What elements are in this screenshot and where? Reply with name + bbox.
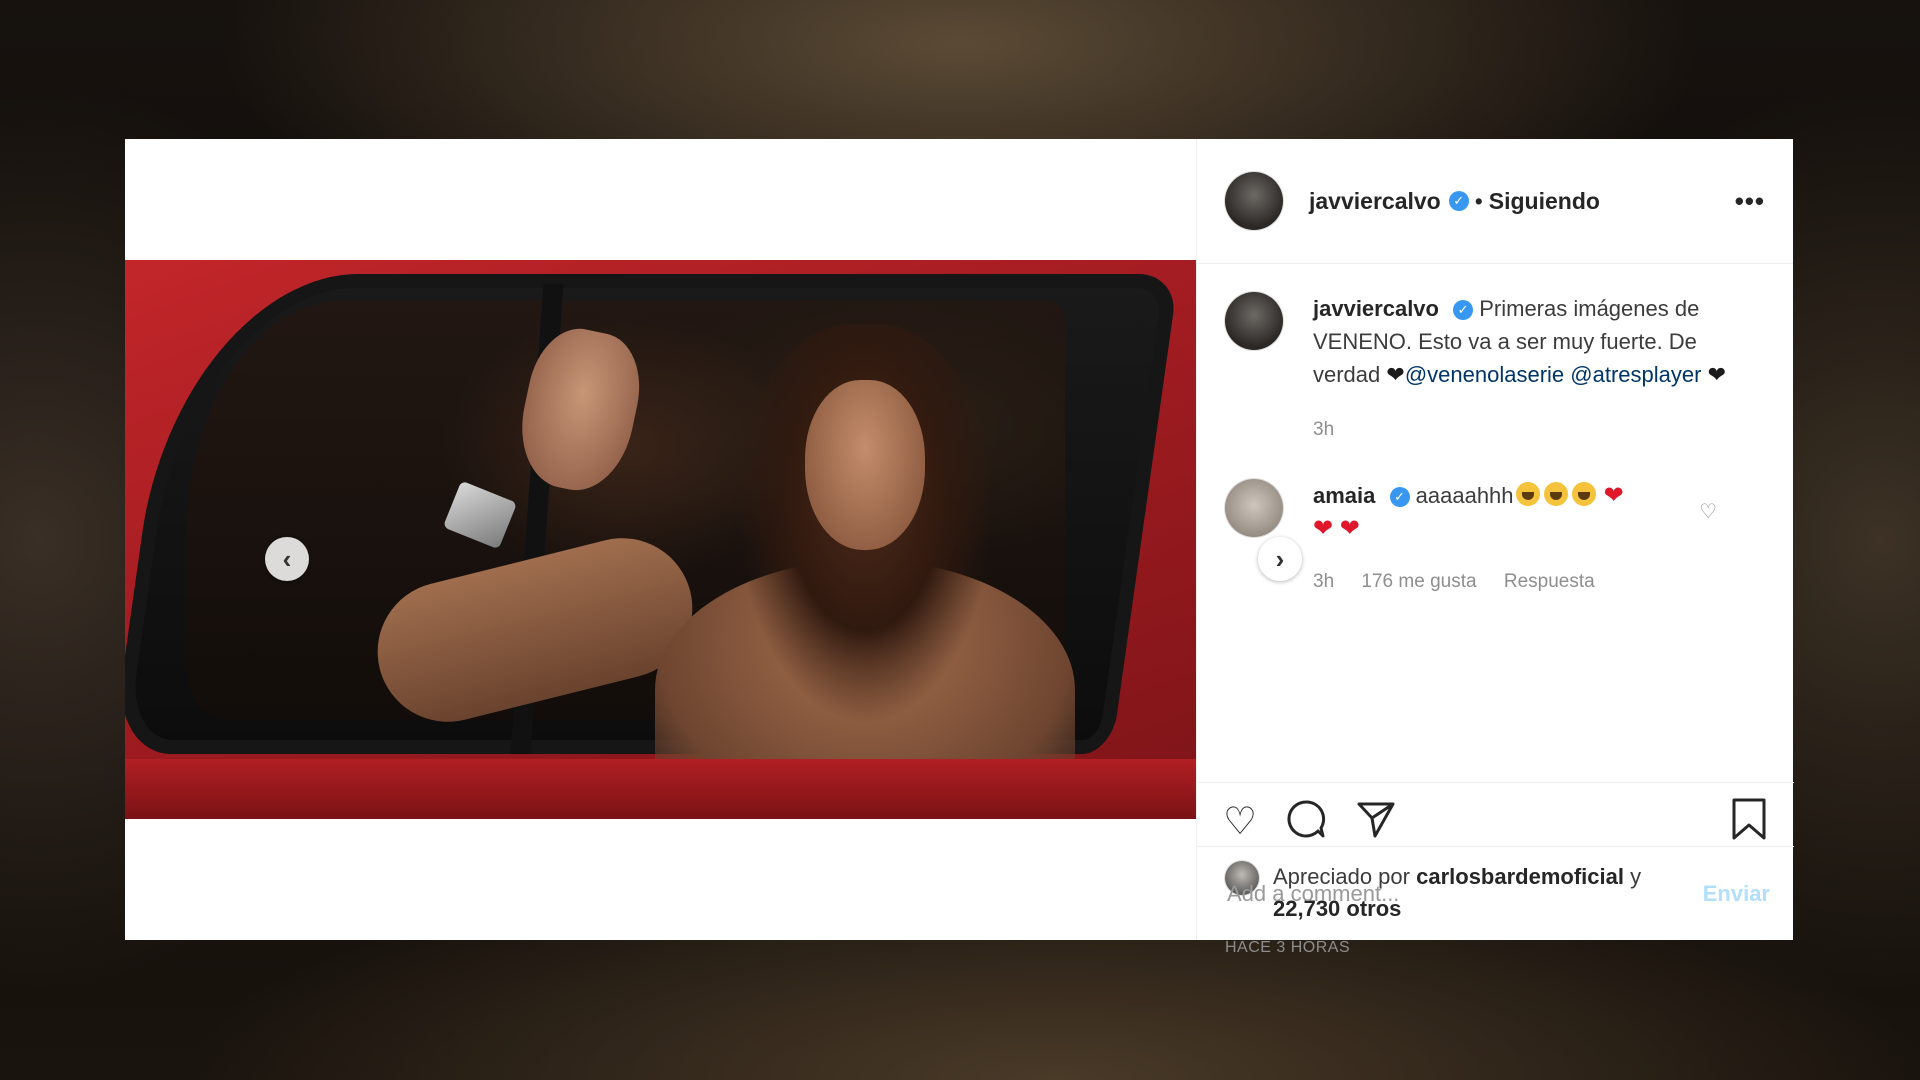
header-separator: • <box>1474 187 1483 214</box>
mention-atresplayer[interactable]: @atresplayer <box>1570 362 1701 387</box>
verified-badge-icon: ✓ <box>1389 487 1410 507</box>
post-sidebar: javviercalvo ✓ • Siguiendo ••• javvierca… <box>1196 139 1794 956</box>
comment-item: amaia ✓ aaaaahhh ❤ ❤ ❤ 3h 176 me gusta R… <box>1225 479 1765 598</box>
car-door-panel <box>125 759 1196 819</box>
caption-username[interactable]: javviercalvo <box>1313 296 1439 321</box>
red-hearts-icon: ❤ ❤ <box>1313 515 1360 542</box>
caption-author-avatar[interactable] <box>1225 292 1283 350</box>
previous-image-button[interactable]: ‹ <box>265 537 309 581</box>
comment-body: amaia ✓ aaaaahhh ❤ ❤ ❤ 3h 176 me gusta R… <box>1313 479 1743 598</box>
commenter-username[interactable]: amaia <box>1313 483 1375 508</box>
commenter-avatar[interactable] <box>1225 479 1283 537</box>
post-media: ‹ › <box>125 139 1302 940</box>
post-header: javviercalvo ✓ • Siguiendo ••• <box>1197 139 1793 264</box>
comments-section: javviercalvo ✓ Primeras imágenes de VENE… <box>1197 264 1794 784</box>
comment-text: aaaaahhh <box>1415 483 1514 508</box>
instagram-post-card: ‹ › javviercalvo ✓ • Siguiendo ••• javvi… <box>125 139 1794 956</box>
send-comment-button[interactable]: Enviar <box>1703 881 1770 907</box>
verified-badge-icon: ✓ <box>1448 191 1469 211</box>
crying-face-icon <box>1515 482 1540 506</box>
caption-time: 3h <box>1313 419 1335 440</box>
carousel-dot <box>841 924 851 934</box>
carousel-dot <box>859 924 869 934</box>
black-heart-icon: ❤ <box>1386 362 1405 387</box>
red-heart-icon: ❤ <box>1603 482 1624 509</box>
carousel-dot <box>769 924 779 934</box>
ellipsis-icon[interactable]: ••• <box>1735 186 1765 217</box>
crying-face-icon <box>1571 482 1596 506</box>
carousel-dot <box>733 924 743 934</box>
carousel-dot <box>751 924 761 934</box>
crying-face-icon <box>1543 482 1568 506</box>
carousel-dot <box>823 924 833 934</box>
verified-badge-icon: ✓ <box>1453 300 1474 320</box>
carousel-indicator <box>697 924 869 934</box>
add-comment-bar: Enviar <box>1197 846 1794 940</box>
bookmark-icon[interactable] <box>1730 797 1768 848</box>
caption: javviercalvo ✓ Primeras imágenes de VENE… <box>1225 292 1765 446</box>
carousel-dot <box>697 924 707 934</box>
comment-likes-count[interactable]: 176 me gusta <box>1361 571 1476 592</box>
mention-venenolaserie[interactable]: @venenolaserie <box>1405 362 1564 387</box>
caption-body: javviercalvo ✓ Primeras imágenes de VENE… <box>1313 292 1743 446</box>
paper-plane-icon[interactable] <box>1355 798 1397 847</box>
chevron-left-icon: ‹ <box>282 544 292 574</box>
follow-status-button[interactable]: Siguiendo <box>1489 188 1600 215</box>
black-heart-icon: ❤ <box>1707 362 1727 387</box>
author-avatar[interactable] <box>1225 172 1283 230</box>
reply-button[interactable]: Respuesta <box>1504 571 1595 592</box>
like-comment-heart-icon[interactable]: ♡ <box>1699 499 1717 524</box>
author-username[interactable]: javviercalvo <box>1309 188 1441 215</box>
face <box>805 380 925 550</box>
speech-bubble-icon[interactable] <box>1285 798 1327 847</box>
carousel-dot <box>805 924 815 934</box>
heart-outline-icon[interactable]: ♡ <box>1223 803 1257 841</box>
comment-input[interactable] <box>1225 879 1703 908</box>
comment-meta: 3h 176 me gusta Respuesta <box>1313 565 1743 598</box>
carousel-dot <box>715 924 725 934</box>
caption-meta: 3h <box>1313 413 1743 446</box>
carousel-dot <box>787 924 797 934</box>
comment-time: 3h <box>1313 571 1335 592</box>
